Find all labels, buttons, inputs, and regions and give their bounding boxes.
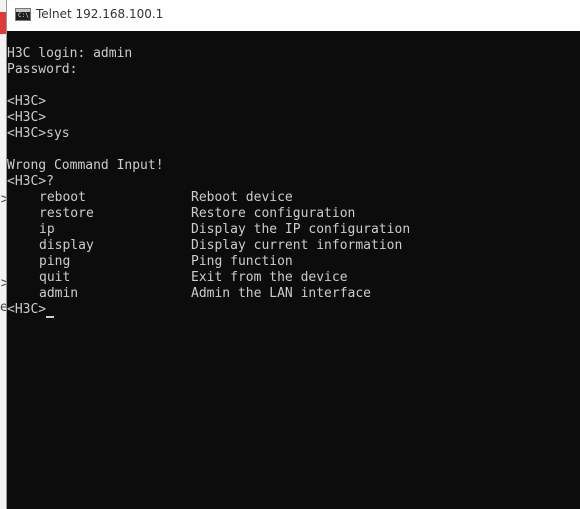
help-row: ping Ping function [7,254,580,270]
help-row: restore Restore configuration [7,206,580,222]
help-row: display Display current information [7,238,580,254]
help-description: Ping function [191,254,293,269]
prompt-line-sys: <H3C>sys [7,126,70,141]
prompt-line: <H3C> [7,94,47,109]
telnet-window[interactable]: C:\ Telnet 192.168.100.1 H3C login: admi… [6,0,580,509]
final-prompt: <H3C> [7,302,47,317]
console-icon-text: C:\ [18,12,29,19]
help-command: admin [39,286,79,301]
screen: > > e C:\ Telnet 192.168.100.1 H3C login… [0,0,580,509]
help-description: Admin the LAN interface [191,286,372,301]
prompt-line: <H3C> [7,110,47,125]
help-command: reboot [39,190,86,205]
help-description: Restore configuration [191,206,356,221]
help-row: reboot Reboot device [7,190,580,206]
title-bar[interactable]: C:\ Telnet 192.168.100.1 [7,0,580,31]
terminal-output[interactable]: H3C login: admin Password: <H3C> <H3C> <… [7,46,580,509]
help-command: display [39,238,94,253]
help-prompt-line: <H3C>? [7,174,54,189]
help-row: admin Admin the LAN interface [7,286,580,302]
help-description: Exit from the device [191,270,348,285]
window-title: Telnet 192.168.100.1 [36,7,164,21]
console-icon[interactable]: C:\ [15,8,31,21]
help-description: Reboot device [191,190,293,205]
help-row: quit Exit from the device [7,270,580,286]
help-row: ip Display the IP configuration [7,222,580,238]
help-command: quit [39,270,71,285]
help-command: ping [39,254,71,269]
password-line: Password: [7,62,78,77]
error-line: Wrong Command Input! [7,158,164,173]
help-description: Display the IP configuration [191,222,411,237]
login-line: H3C login: admin [7,46,133,61]
text-cursor [46,316,55,318]
help-command: restore [39,206,94,221]
help-command: ip [39,222,55,237]
help-description: Display current information [191,238,403,253]
final-prompt-line[interactable]: <H3C> [7,302,580,318]
